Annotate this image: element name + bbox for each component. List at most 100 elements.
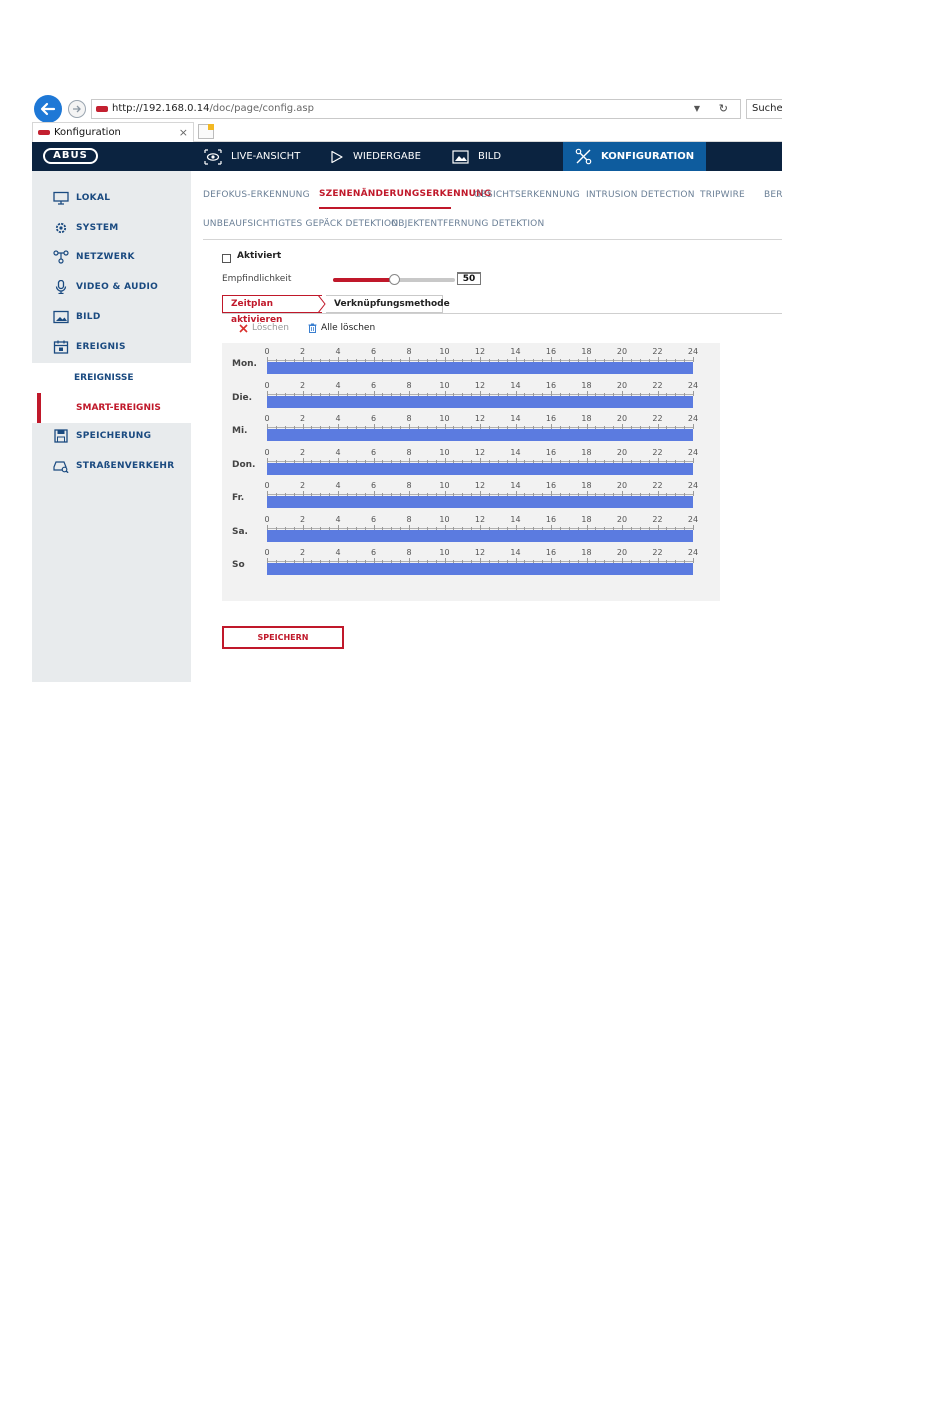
nav-label: BILD <box>478 151 502 162</box>
app-header: ABUS LIVE-ANSICHT WIEDERGABE BILD KONFIG… <box>32 142 782 171</box>
new-tab-icon[interactable] <box>198 124 214 139</box>
hour-tick-label: 2 <box>299 548 306 557</box>
day-label: So <box>232 560 245 570</box>
sensitivity-value-field[interactable]: 50 <box>457 272 481 285</box>
hour-tick-mark <box>693 424 694 429</box>
day-schedule-bar[interactable] <box>267 395 693 408</box>
hour-tick-label: 0 <box>264 414 270 423</box>
wizard-arrow-icon <box>318 295 326 313</box>
sensitivity-slider[interactable] <box>333 274 455 285</box>
tools-icon <box>575 148 592 165</box>
tab-close-icon[interactable]: × <box>179 123 188 142</box>
hour-tick-label: 12 <box>474 380 486 390</box>
sidebar-subitem-ereignisse[interactable]: EREIGNISSE <box>32 363 191 393</box>
forward-button[interactable] <box>68 100 86 118</box>
hour-tick-label: 18 <box>581 380 592 390</box>
hour-tick-label: 0 <box>264 548 270 557</box>
hour-tick-label: 24 <box>687 414 699 423</box>
subtab-objektentfernung[interactable]: OBJEKTENTFERNUNG DETEKTION <box>391 219 544 229</box>
nav-bild[interactable]: BILD <box>452 142 501 171</box>
nav-label: KONFIGURATION <box>601 151 695 162</box>
hour-tick-label: 4 <box>335 380 341 390</box>
subtab-szenenaenderung[interactable]: SZENENÄNDERUNGSERKENNUNG <box>319 189 491 199</box>
subtab-gesichtserkennung[interactable]: GESICHTSERKENNUNG <box>474 190 580 200</box>
sidebar-item-speicherung[interactable]: SPEICHERUNG <box>32 422 191 450</box>
sidebar-item-bild[interactable]: BILD <box>32 303 191 331</box>
hour-tick-label: 14 <box>510 347 521 356</box>
hour-tick-mark <box>693 491 694 496</box>
hour-tick-label: 8 <box>406 481 412 490</box>
back-button[interactable] <box>34 95 62 123</box>
hour-tick-label: 10 <box>439 447 450 457</box>
nav-konfiguration[interactable]: KONFIGURATION <box>563 142 707 171</box>
tab-verknuepfungsmethode[interactable]: Verknüpfungsmethode <box>326 295 450 313</box>
sensitivity-label: Empfindlichkeit <box>222 274 292 284</box>
sidebar-item-system[interactable]: SYSTEM <box>32 214 191 242</box>
hour-tick-label: 4 <box>335 347 341 356</box>
address-bar[interactable]: http://192.168.0.14/doc/page/config.asp … <box>91 99 741 119</box>
hour-tick-label: 8 <box>406 447 412 457</box>
hour-tick-label: 10 <box>439 347 450 356</box>
hour-tick-label: 18 <box>581 514 592 524</box>
hour-tick-label: 14 <box>510 481 521 490</box>
nav-live-ansicht[interactable]: LIVE-ANSICHT <box>204 142 300 171</box>
hour-tick-label: 0 <box>264 447 270 457</box>
hour-tick-label: 22 <box>652 514 663 524</box>
subtab-defokus[interactable]: DEFOKUS-ERKENNUNG <box>203 190 310 200</box>
sensitivity-slider-handle[interactable] <box>389 274 400 285</box>
hour-tick-label: 10 <box>439 481 450 490</box>
sidebar-item-lokal[interactable]: LOKAL <box>32 184 191 212</box>
nav-wiedergabe[interactable]: WIEDERGABE <box>330 142 421 171</box>
delete-label: Löschen <box>252 323 289 333</box>
microphone-icon <box>55 280 67 294</box>
sidebar-subitem-smart-ereignis[interactable]: SMART-EREIGNIS <box>32 393 191 423</box>
day-schedule-bar[interactable] <box>267 529 693 542</box>
hour-tick-label: 12 <box>474 447 486 457</box>
subtab-intrusion-detection[interactable]: INTRUSION DETECTION <box>586 190 695 200</box>
hour-tick-label: 8 <box>406 347 412 356</box>
subtab-ber[interactable]: BER <box>764 190 783 200</box>
address-dropdown-icon[interactable]: ▼ <box>694 100 700 118</box>
sidebar-item-video-audio[interactable]: VIDEO & AUDIO <box>32 273 191 301</box>
browser-search-input[interactable]: Suchen <box>746 99 782 119</box>
hour-tick-label: 6 <box>370 447 377 457</box>
hour-tick-label: 18 <box>581 347 592 356</box>
day-schedule-bar[interactable] <box>267 462 693 475</box>
hour-tick-label: 0 <box>264 481 270 490</box>
hour-tick-label: 6 <box>370 347 377 356</box>
day-label: Don. <box>232 459 256 470</box>
sidebar-item-netzwerk[interactable]: NETZWERK <box>32 243 191 271</box>
hour-tick-label: 16 <box>545 380 557 390</box>
hour-tick-label: 16 <box>545 548 557 557</box>
hour-tick-label: 20 <box>616 481 628 490</box>
wizard-divider <box>222 313 782 314</box>
sidebar-item-ereignis[interactable]: EREIGNIS <box>32 333 191 361</box>
address-host: http://192.168.0.14 <box>112 103 210 114</box>
sidebar-item-strassenverkehr[interactable]: STRAßENVERKEHR <box>32 452 191 480</box>
hour-tick-label: 8 <box>406 380 412 390</box>
day-schedule-bar[interactable] <box>267 496 693 508</box>
sidebar-label: VIDEO & AUDIO <box>76 282 159 292</box>
subtab-tripwire[interactable]: TRIPWIRE <box>700 190 745 200</box>
refresh-icon[interactable]: ↻ <box>719 100 728 118</box>
hour-tick-label: 14 <box>510 380 521 390</box>
hour-tick-label: 4 <box>335 514 341 524</box>
browser-tab-konfiguration[interactable]: Konfiguration × <box>32 122 194 142</box>
hour-tick-label: 24 <box>687 347 699 356</box>
tab-favicon-icon <box>38 130 50 135</box>
tab-zeitplan-aktivieren[interactable]: Zeitplan aktivieren <box>222 295 322 325</box>
hour-tick-label: 8 <box>406 548 412 557</box>
delete-button[interactable]: Löschen <box>239 323 289 333</box>
arrow-left-icon <box>40 102 56 116</box>
browser-toolbar: http://192.168.0.14/doc/page/config.asp … <box>32 94 782 123</box>
delete-all-button[interactable]: Alle löschen <box>308 323 375 333</box>
day-schedule-bar[interactable] <box>267 563 693 575</box>
subtab-gepaeck-detektion[interactable]: UNBEAUFSICHTIGTES GEPÄCK DETEKTION <box>203 219 398 229</box>
sidebar-sublabel: EREIGNISSE <box>74 373 134 383</box>
aktiviert-checkbox[interactable] <box>222 254 231 263</box>
hour-tick-label: 20 <box>616 414 628 423</box>
hour-tick-label: 24 <box>687 548 699 557</box>
day-schedule-bar[interactable] <box>267 362 693 374</box>
save-button[interactable]: SPEICHERN <box>222 626 344 649</box>
day-schedule-bar[interactable] <box>267 429 693 441</box>
